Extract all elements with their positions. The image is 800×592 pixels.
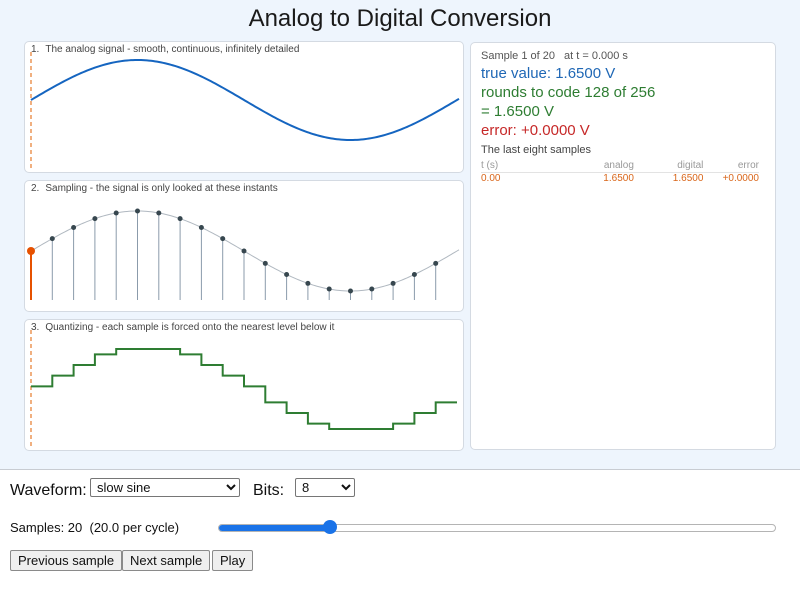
table-cell: 1.6500 — [672, 173, 704, 185]
sample-dot — [135, 208, 140, 214]
quantizing-plot — [30, 330, 457, 446]
next-sample-button[interactable]: Next sample — [122, 550, 211, 571]
previous-sample-button[interactable]: Previous sample — [10, 550, 123, 571]
sample-dot — [326, 286, 332, 292]
sample-dot — [411, 272, 417, 278]
last-samples-table: t (s) analog digital error 0.00 1.6500 1.6500… — [481, 159, 759, 185]
sample-dot — [369, 286, 375, 292]
play-button[interactable]: Play — [212, 550, 254, 571]
samples-slider-fill — [219, 525, 331, 531]
sample-dot — [198, 224, 204, 230]
table-header-cell: error — [703, 159, 759, 173]
true-value: true value: 1.6500 V — [481, 65, 616, 82]
waveform-select[interactable]: slow sine — [90, 478, 240, 497]
sample-dot — [177, 216, 183, 222]
sample-dot — [305, 280, 311, 286]
error-value: error: +0.0000 V — [481, 122, 590, 139]
sample-time: at t = 0.000 s — [564, 50, 628, 62]
sample-dot — [71, 224, 77, 230]
sampling-panel: 2. Sampling - the signal is only looked a… — [24, 180, 464, 312]
sample-dot — [49, 236, 55, 242]
page-title: Analog to Digital Conversion — [248, 5, 552, 32]
sample-dot — [348, 288, 353, 294]
samples-slider[interactable] — [218, 524, 776, 532]
display-area: Analog to Digital Conversion 1. The analo… — [0, 0, 800, 470]
table-cell: 0.00 — [481, 173, 501, 185]
sample-header: Sample 1 of 20 at t = 0.000 s — [481, 50, 628, 62]
rounded-voltage: = 1.6500 V — [481, 103, 554, 120]
waveform-label: Waveform: — [10, 482, 87, 499]
table-header-cell: analog — [564, 159, 634, 173]
sample-dot — [220, 236, 226, 242]
sample-dot — [92, 216, 98, 222]
table-header-row: t (s) analog digital error — [481, 159, 759, 173]
table-row: 0.00 1.6500 1.6500 +0.0000 — [481, 172, 759, 185]
bits-label: Bits: — [253, 482, 285, 499]
rounded-code: rounds to code 128 of 256 — [481, 84, 656, 101]
quantizing-panel: 3. Quantizing - each sample is forced ont… — [24, 319, 464, 451]
sample-dot — [433, 260, 439, 266]
sample-dot — [390, 280, 396, 286]
last-samples-title: The last eight samples — [481, 144, 592, 156]
current-sample-dot — [27, 247, 35, 255]
analog-signal-panel: 1. The analog signal - smooth, continuous… — [24, 41, 464, 173]
samples-readout: Samples: 20 (20.0 per cycle) — [10, 520, 180, 535]
sample-dot — [241, 248, 247, 254]
sample-dot — [262, 260, 268, 266]
table-header-cell: t (s) — [481, 159, 565, 173]
sample-counter: Sample 1 of 20 — [481, 50, 555, 62]
sample-dot — [113, 210, 119, 216]
quantized-staircase — [31, 348, 457, 430]
table-cell: 1.6500 — [603, 173, 634, 185]
sample-info-panel: Sample 1 of 20 at t = 0.000 s true value:… — [470, 42, 776, 450]
samples-slider-thumb[interactable] — [322, 520, 337, 534]
sampling-plot — [27, 208, 460, 300]
analog-signal-plot — [30, 52, 460, 168]
bits-select[interactable]: 8 — [295, 478, 355, 497]
sample-dot — [156, 210, 162, 216]
table-cell: +0.0000 — [722, 173, 759, 185]
analog-waveform — [30, 58, 460, 142]
table-header-cell: digital — [633, 159, 704, 173]
sample-dot — [284, 272, 290, 278]
